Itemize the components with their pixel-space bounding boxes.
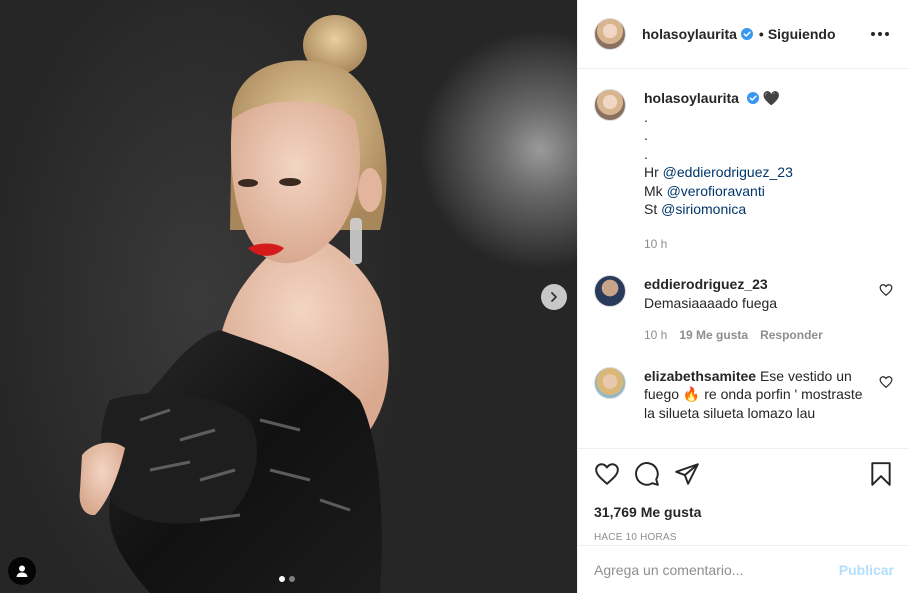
- caption-line: .: [644, 145, 648, 162]
- next-image-button[interactable]: [541, 284, 567, 310]
- caption-meta: 10 h: [644, 235, 867, 254]
- verified-badge-icon: [746, 92, 759, 104]
- caption-emoji: 🖤: [762, 90, 781, 106]
- post-side-panel: holasoylaurita • Siguiendo holasoylaurit…: [577, 0, 909, 593]
- bookmark-icon[interactable]: [868, 461, 894, 487]
- share-send-icon[interactable]: [674, 461, 700, 487]
- comment-body: eddierodriguez_23 Demasiaaaado fuega 10 …: [644, 275, 893, 345]
- heart-icon[interactable]: [879, 283, 893, 297]
- caption-body: holasoylaurita 🖤 . . . Hr @eddierodrigue…: [644, 89, 893, 253]
- credit-prefix: Mk: [644, 182, 663, 199]
- mention-link[interactable]: @eddierodriguez_23: [663, 164, 793, 180]
- avatar[interactable]: [594, 366, 626, 399]
- comment-bubble-icon[interactable]: [634, 461, 660, 487]
- caption-credit: Mk @verofioravanti: [644, 182, 867, 201]
- comment-meta: 10 h 19 Me gusta Responder: [644, 326, 867, 345]
- caption-line: .: [644, 108, 648, 125]
- comment-input[interactable]: [594, 561, 839, 578]
- carousel-dots: [279, 576, 295, 582]
- comment-item: eddierodriguez_23 Demasiaaaado fuega 10 …: [594, 275, 893, 345]
- reply-button[interactable]: Responder: [760, 326, 823, 345]
- comment-text: Demasiaaaado fuega: [644, 294, 778, 311]
- verified-badge-icon: [740, 28, 753, 40]
- credit-prefix: St: [644, 201, 658, 217]
- carousel-dot: [279, 576, 285, 582]
- avatar[interactable]: [594, 89, 626, 121]
- avatar[interactable]: [594, 275, 626, 307]
- heart-icon[interactable]: [879, 375, 893, 389]
- caption: holasoylaurita 🖤 . . . Hr @eddierodrigue…: [594, 89, 893, 253]
- action-icons-row: [594, 461, 894, 487]
- post-actions: 31,769 Me gusta HACE 10 HORAS: [578, 448, 909, 545]
- caption-credit: St @siriomonica: [644, 200, 867, 219]
- caption-line: .: [644, 127, 648, 143]
- caption-username[interactable]: holasoylaurita: [644, 90, 739, 106]
- comment-body: elizabethsamitee Ese vestido un fuego 🔥 …: [644, 367, 893, 423]
- comment-likes[interactable]: 19 Me gusta: [679, 326, 748, 345]
- more-dot: [878, 32, 882, 36]
- comment-username[interactable]: elizabethsamitee: [644, 368, 756, 384]
- tagged-users-button[interactable]: [8, 557, 36, 585]
- post-photo: [79, 15, 389, 593]
- likes-count[interactable]: 31,769 Me gusta: [594, 504, 894, 520]
- more-options-button[interactable]: [867, 28, 893, 40]
- user-icon: [16, 565, 28, 577]
- comment-username[interactable]: eddierodriguez_23: [644, 275, 867, 294]
- credit-prefix: Hr: [644, 164, 659, 180]
- post-media[interactable]: [0, 0, 577, 593]
- header-separator: •: [758, 26, 764, 42]
- following-button[interactable]: Siguiendo: [768, 26, 836, 42]
- post-header: holasoylaurita • Siguiendo: [578, 0, 909, 69]
- mention-link[interactable]: @siriomonica: [661, 201, 746, 217]
- carousel-dot: [289, 576, 295, 582]
- chevron-right-icon: [551, 292, 557, 302]
- like-heart-icon[interactable]: [594, 461, 620, 487]
- more-dot: [871, 32, 875, 36]
- caption-time[interactable]: 10 h: [644, 235, 667, 254]
- comment-item: elizabethsamitee Ese vestido un fuego 🔥 …: [594, 366, 893, 423]
- mention-link[interactable]: @verofioravanti: [667, 183, 765, 199]
- comment-time[interactable]: 10 h: [644, 326, 667, 345]
- header-username[interactable]: holasoylaurita: [642, 26, 737, 42]
- caption-credit: Hr @eddierodriguez_23: [644, 163, 867, 182]
- comments-list[interactable]: holasoylaurita 🖤 . . . Hr @eddierodrigue…: [578, 69, 909, 448]
- post-timestamp[interactable]: HACE 10 HORAS: [594, 532, 894, 543]
- publish-button[interactable]: Publicar: [839, 562, 894, 578]
- add-comment-bar: Publicar: [578, 545, 909, 593]
- avatar[interactable]: [594, 18, 626, 50]
- more-dot: [885, 32, 889, 36]
